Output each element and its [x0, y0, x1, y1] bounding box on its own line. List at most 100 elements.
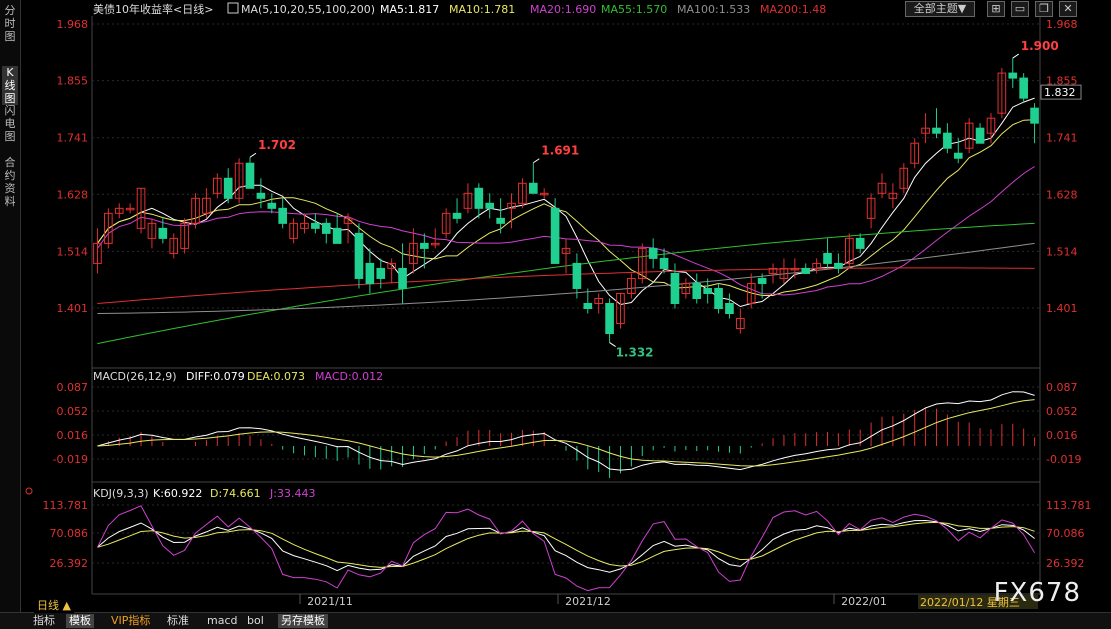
candle-body[interactable] — [670, 272, 680, 304]
macd-dea-label: DEA:0.073 — [247, 370, 305, 383]
bottom-tab-bol[interactable]: bol — [244, 614, 267, 628]
candle-body[interactable] — [223, 177, 233, 199]
macd-macd-label: MACD:0.012 — [315, 370, 383, 383]
macd-tick-right: 0.016 — [1046, 429, 1078, 442]
macd-tick-left: -0.019 — [53, 453, 88, 466]
candle-body[interactable] — [245, 162, 255, 189]
candle-body[interactable] — [354, 232, 364, 279]
annotation-pointer — [533, 158, 540, 164]
candle-body[interactable] — [528, 182, 538, 194]
candle-body[interactable] — [714, 287, 723, 310]
kdj-j-line — [96, 505, 1036, 592]
price-tick-right: 1.401 — [1046, 302, 1078, 315]
candle-body[interactable] — [550, 207, 560, 264]
candle-body[interactable] — [1008, 72, 1018, 79]
chart-title: 美债10年收益率<日线> — [93, 2, 213, 16]
price-tick-left: 1.401 — [57, 302, 89, 315]
annotation-label: 1.702 — [258, 138, 296, 152]
bottom-tab-另存模板[interactable]: 另存模板 — [278, 614, 328, 628]
ma-legend-item: MA10:1.781 — [449, 3, 515, 16]
candle-body[interactable] — [953, 152, 963, 159]
candle-body[interactable] — [474, 187, 484, 209]
candle-body[interactable] — [485, 202, 495, 209]
kdj-tick-left: 26.392 — [50, 557, 89, 570]
theme-select[interactable]: 全部主题▼ — [905, 1, 975, 17]
candle-body[interactable] — [648, 247, 658, 259]
date-label: 2021/11 — [307, 595, 353, 608]
candle-body[interactable] — [496, 217, 505, 224]
candle-body[interactable] — [256, 192, 266, 199]
fx678-watermark: FX678 — [993, 578, 1081, 608]
macd-label: MACD(26,12,9) — [93, 370, 177, 383]
close-icon[interactable]: ✕ — [1059, 1, 1077, 17]
annotation-pointer — [1012, 53, 1020, 59]
macd-tick-right: 0.087 — [1046, 381, 1078, 394]
candle-body[interactable] — [1030, 107, 1039, 124]
bottom-tab-指标[interactable]: 指标 — [30, 614, 58, 628]
annotation-label: 1.332 — [616, 346, 654, 360]
kdj-settings-icon[interactable] — [25, 487, 33, 495]
kdj-label: KDJ(9,3,3) — [93, 487, 149, 500]
candle-body[interactable] — [659, 257, 669, 269]
candle-body[interactable] — [855, 237, 865, 249]
bottom-tab-macd[interactable]: macd — [204, 614, 241, 628]
price-tick-right: 1.514 — [1046, 245, 1078, 258]
candle-body[interactable] — [932, 127, 941, 134]
annotation-label: 1.900 — [1021, 39, 1059, 53]
candle-body[interactable] — [420, 242, 429, 249]
minimize-icon[interactable]: ▭ — [1011, 1, 1029, 17]
annotation-label: 1.691 — [541, 144, 579, 158]
candle-body[interactable] — [332, 227, 342, 244]
restore-icon[interactable]: ❐ — [1035, 1, 1053, 17]
candle-body[interactable] — [943, 132, 952, 149]
candle-body[interactable] — [834, 262, 843, 269]
bottom-tab-标准[interactable]: 标准 — [164, 614, 192, 628]
grid-icon[interactable]: ⊞ — [987, 1, 1005, 17]
candle-body[interactable] — [278, 207, 288, 224]
candle-body[interactable] — [583, 302, 593, 310]
price-tick-left: 1.741 — [57, 132, 89, 145]
kdj-tick-right: 26.392 — [1046, 557, 1085, 570]
candle-body[interactable] — [321, 222, 331, 234]
candle-body[interactable] — [605, 302, 614, 335]
candle-body[interactable] — [1019, 77, 1028, 99]
candle-body[interactable] — [801, 267, 811, 274]
ma5-line — [96, 97, 1035, 308]
macd-dea-line — [97, 399, 1035, 467]
macd-tick-left: 0.052 — [57, 405, 89, 418]
kdj-tick-right: 70.086 — [1046, 527, 1085, 540]
candle-body[interactable] — [376, 267, 386, 279]
kdj-d-label: D:74.661 — [210, 487, 261, 500]
ma-legend-item: MA100:1.533 — [677, 3, 750, 16]
current-price-label: 1.832 — [1044, 86, 1076, 99]
candle-body[interactable] — [975, 127, 985, 144]
candle-body[interactable] — [572, 262, 582, 289]
chart-canvas[interactable]: 1.968 1.9681.855 1.8551.741 1.7411.628 1.628… — [0, 0, 1111, 612]
candle-body[interactable] — [365, 262, 375, 284]
period-selector[interactable]: 日线 ▲ — [34, 599, 74, 613]
candle-body[interactable] — [452, 212, 462, 219]
ma-legend-item: MA20:1.690 — [530, 3, 596, 16]
price-tick-left: 1.855 — [57, 75, 89, 88]
price-tick-right: 1.628 — [1046, 188, 1078, 201]
candle-body[interactable] — [311, 222, 320, 229]
candle-body[interactable] — [703, 287, 712, 294]
price-tick-left: 1.628 — [57, 188, 89, 201]
indicator-icon[interactable] — [227, 2, 239, 14]
date-label: 2021/12 — [565, 595, 611, 608]
candle-body[interactable] — [725, 302, 734, 315]
candle-body[interactable] — [158, 227, 168, 239]
price-tick-left: 1.514 — [57, 245, 89, 258]
candle-body[interactable] — [823, 252, 832, 264]
bottom-tab-vip指标[interactable]: VIP指标 — [108, 614, 153, 628]
annotation-pointer — [249, 152, 257, 158]
candle-body[interactable] — [757, 277, 767, 284]
candle-body[interactable] — [692, 282, 702, 299]
candle-body[interactable] — [267, 202, 277, 209]
bottom-tab-模板[interactable]: 模板 — [66, 614, 94, 628]
date-label: 2022/01 — [841, 595, 887, 608]
ma20-line — [96, 166, 1035, 296]
candle-body[interactable] — [398, 267, 407, 289]
ma-legend-item: MA55:1.570 — [601, 3, 667, 16]
ma-legend-item: MA5:1.817 — [380, 3, 439, 16]
